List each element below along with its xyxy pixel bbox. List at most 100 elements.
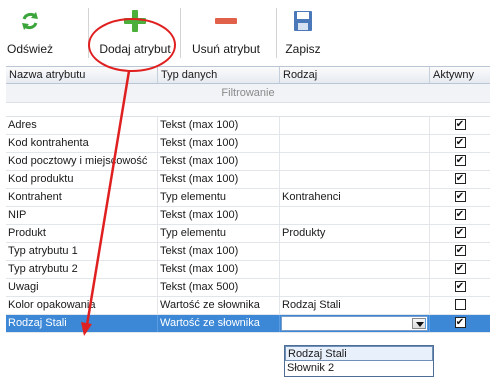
- table-row[interactable]: Kontrahent Typ elementu Kontrahenci ✔: [6, 189, 490, 207]
- table-row[interactable]: Produkt Typ elementu Produkty ✔: [6, 225, 490, 243]
- cell-attribute-name[interactable]: Adres: [6, 117, 158, 134]
- cell-active: ✔: [430, 117, 490, 134]
- kind-combobox-field[interactable]: [281, 316, 428, 331]
- remove-attribute-button[interactable]: Usuń atrybut: [186, 6, 266, 64]
- cell-data-type[interactable]: Tekst (max 500): [158, 279, 280, 296]
- cell-data-type[interactable]: Tekst (max 100): [158, 135, 280, 152]
- active-checkbox[interactable]: ✔: [454, 263, 466, 274]
- active-checkbox[interactable]: [454, 299, 466, 310]
- table-row[interactable]: Kolor opakowania Wartość ze słownika Rodza…: [6, 297, 490, 315]
- cell-attribute-name[interactable]: Kod kontrahenta: [6, 135, 158, 152]
- cell-active: ✔: [430, 153, 490, 170]
- cell-data-type[interactable]: Tekst (max 100): [158, 207, 280, 224]
- table-row[interactable]: Typ atrybutu 1 Tekst (max 100) ✔: [6, 243, 490, 261]
- active-checkbox[interactable]: ✔: [454, 191, 466, 202]
- table-row[interactable]: Adres Tekst (max 100) ✔: [6, 117, 490, 135]
- cell-attribute-name[interactable]: Kod produktu: [6, 171, 158, 188]
- cell-active: ✔: [430, 315, 490, 332]
- column-header-type[interactable]: Typ danych: [158, 67, 280, 83]
- cell-kind[interactable]: [280, 207, 430, 224]
- cell-attribute-name[interactable]: Typ atrybutu 2: [6, 261, 158, 278]
- active-checkbox[interactable]: ✔: [454, 281, 466, 292]
- active-checkbox[interactable]: ✔: [454, 317, 466, 328]
- refresh-icon: [17, 8, 43, 34]
- cell-data-type[interactable]: Tekst (max 100): [158, 171, 280, 188]
- cell-attribute-name[interactable]: Produkt: [6, 225, 158, 242]
- cell-active: ✔: [430, 279, 490, 296]
- toolbar-separator: [88, 8, 89, 58]
- cell-attribute-name[interactable]: Kontrahent: [6, 189, 158, 206]
- active-checkbox[interactable]: ✔: [454, 227, 466, 238]
- cell-attribute-name[interactable]: Uwagi: [6, 279, 158, 296]
- toolbar-separator: [276, 8, 277, 58]
- cell-attribute-name[interactable]: Rodzaj Stali: [6, 315, 158, 332]
- cell-attribute-name[interactable]: Typ atrybutu 1: [6, 243, 158, 260]
- grid-rows: Adres Tekst (max 100) ✔ Kod kontrahenta Teks…: [6, 117, 490, 333]
- toolbar-separator: [180, 8, 181, 58]
- cell-active: ✔: [430, 189, 490, 206]
- cell-active: [430, 297, 490, 314]
- add-attribute-button[interactable]: Dodaj atrybut: [95, 6, 175, 64]
- cell-kind[interactable]: Produkty: [280, 225, 430, 242]
- floppy-disk-icon: [290, 8, 316, 34]
- refresh-label: Odśwież: [7, 42, 54, 56]
- save-label: Zapisz: [285, 42, 321, 56]
- dropdown-option[interactable]: Rodzaj Stali: [285, 346, 433, 361]
- kind-dropdown-list[interactable]: Rodzaj Stali Słownik 2: [284, 345, 434, 377]
- cell-data-type[interactable]: Tekst (max 100): [158, 243, 280, 260]
- group-row-filtering[interactable]: Filtrowanie: [6, 84, 490, 103]
- grid-header: Nazwa atrybutu Typ danych Rodzaj Aktywny: [6, 67, 490, 84]
- add-attribute-label: Dodaj atrybut: [99, 42, 171, 56]
- table-row[interactable]: Kod produktu Tekst (max 100) ✔: [6, 171, 490, 189]
- active-checkbox[interactable]: ✔: [454, 209, 466, 220]
- save-button[interactable]: Zapisz: [282, 6, 324, 64]
- cell-data-type[interactable]: Wartość ze słownika: [158, 297, 280, 314]
- toolbar: Odśwież Dodaj atrybut Usuń atrybut Zapis…: [0, 0, 494, 66]
- cell-data-type[interactable]: Tekst (max 100): [158, 261, 280, 278]
- cell-active: ✔: [430, 171, 490, 188]
- cell-kind[interactable]: [280, 117, 430, 134]
- cell-kind[interactable]: [280, 279, 430, 296]
- dropdown-option[interactable]: Słownik 2: [285, 361, 433, 376]
- cell-kind[interactable]: [280, 261, 430, 278]
- cell-kind[interactable]: [280, 153, 430, 170]
- refresh-button[interactable]: Odśwież: [7, 6, 54, 64]
- active-checkbox[interactable]: ✔: [454, 137, 466, 148]
- table-row[interactable]: Kod pocztowy i miejscowość Tekst (max 100…: [6, 153, 490, 171]
- cell-active: ✔: [430, 135, 490, 152]
- cell-active: ✔: [430, 225, 490, 242]
- cell-attribute-name[interactable]: NIP: [6, 207, 158, 224]
- column-header-kind[interactable]: Rodzaj: [280, 67, 430, 83]
- column-header-active[interactable]: Aktywny: [430, 67, 490, 83]
- table-row[interactable]: Rodzaj Stali Wartość ze słownika ✔: [6, 315, 490, 333]
- kind-combobox[interactable]: [280, 315, 430, 332]
- active-checkbox[interactable]: ✔: [454, 155, 466, 166]
- group-spacer: [6, 103, 490, 117]
- active-checkbox[interactable]: ✔: [454, 173, 466, 184]
- plus-icon: [122, 8, 148, 34]
- cell-kind[interactable]: [280, 243, 430, 260]
- cell-attribute-name[interactable]: Kolor opakowania: [6, 297, 158, 314]
- cell-data-type[interactable]: Typ elementu: [158, 225, 280, 242]
- cell-data-type[interactable]: Typ elementu: [158, 189, 280, 206]
- cell-data-type[interactable]: Tekst (max 100): [158, 117, 280, 134]
- column-header-name[interactable]: Nazwa atrybutu: [6, 67, 158, 83]
- cell-data-type[interactable]: Tekst (max 100): [158, 153, 280, 170]
- minus-icon: [213, 8, 239, 34]
- cell-kind[interactable]: [280, 135, 430, 152]
- cell-active: ✔: [430, 261, 490, 278]
- cell-kind[interactable]: Kontrahenci: [280, 189, 430, 206]
- table-row[interactable]: NIP Tekst (max 100) ✔: [6, 207, 490, 225]
- dropdown-arrow-icon[interactable]: [412, 318, 426, 329]
- cell-attribute-name[interactable]: Kod pocztowy i miejscowość: [6, 153, 158, 170]
- table-row[interactable]: Uwagi Tekst (max 500) ✔: [6, 279, 490, 297]
- cell-kind[interactable]: [280, 171, 430, 188]
- active-checkbox[interactable]: ✔: [454, 245, 466, 256]
- active-checkbox[interactable]: ✔: [454, 119, 466, 130]
- remove-attribute-label: Usuń atrybut: [191, 42, 261, 56]
- cell-data-type[interactable]: Wartość ze słownika: [158, 315, 280, 332]
- table-row[interactable]: Kod kontrahenta Tekst (max 100) ✔: [6, 135, 490, 153]
- table-row[interactable]: Typ atrybutu 2 Tekst (max 100) ✔: [6, 261, 490, 279]
- attributes-grid: Nazwa atrybutu Typ danych Rodzaj Aktywny…: [6, 66, 490, 333]
- cell-kind[interactable]: Rodzaj Stali: [280, 297, 430, 314]
